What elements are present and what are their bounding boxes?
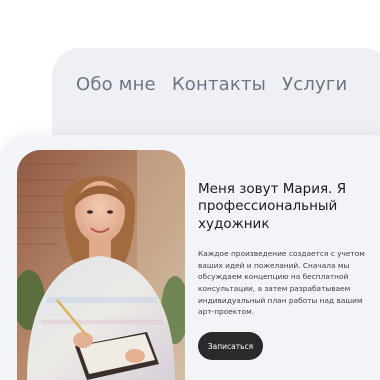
page: Обо мне Контакты Услуги Меня зовут Мария… <box>0 0 380 380</box>
nav-item-about[interactable]: Обо мне <box>76 74 156 95</box>
signup-button[interactable]: Записаться <box>198 332 263 360</box>
main-nav: Обо мне Контакты Услуги <box>76 74 347 95</box>
nav-item-contacts[interactable]: Контакты <box>172 74 266 95</box>
nav-item-services[interactable]: Услуги <box>282 74 347 95</box>
hero-title: Меня зовут Мария. Я профессиональный худ… <box>198 181 347 232</box>
hero-description: Каждое произведение создается с учетом в… <box>198 249 365 317</box>
artist-photo <box>17 150 185 380</box>
